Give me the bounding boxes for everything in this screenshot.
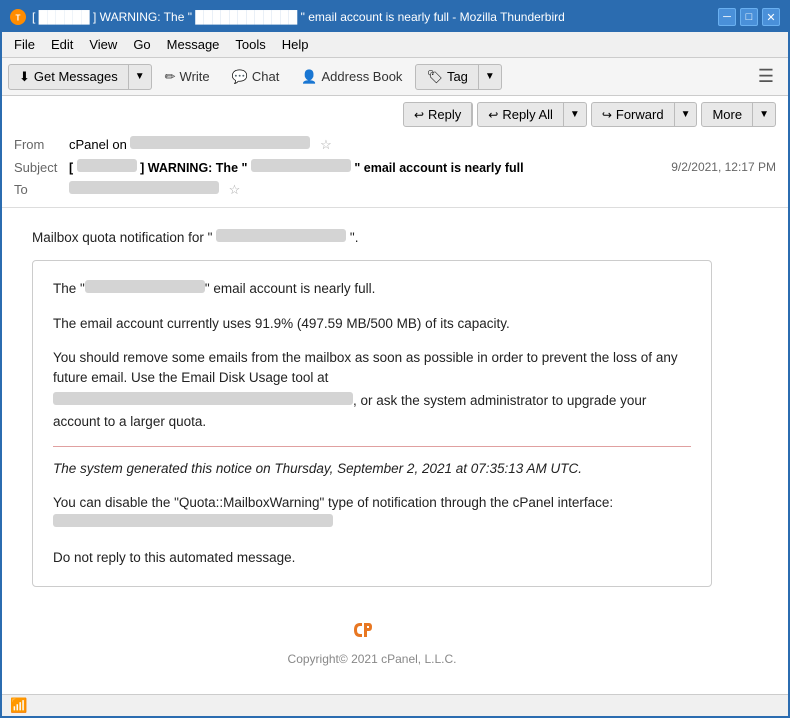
forward-dropdown[interactable]: ▼ [675,105,697,124]
message-box: The "" email account is nearly full. The… [32,260,712,587]
message-line-4: You can disable the "Quota::MailboxWarni… [53,493,691,534]
email-body: Mailbox quota notification for " ". The … [2,208,788,694]
get-messages-button[interactable]: ⬇ Get Messages ▼ [8,64,152,90]
email-address-redacted-2 [85,280,205,293]
minimize-button[interactable]: ─ [718,8,736,26]
from-label: From [14,137,69,152]
chat-label: Chat [252,69,279,84]
to-row: To ☆ [14,178,776,201]
main-toolbar: ⬇ Get Messages ▼ ✏ Write 💬 Chat 👤 Addres… [2,58,788,96]
subject-value: [ ] WARNING: The " " email account is ne… [69,159,671,175]
reply-all-icon: ↩ [488,108,498,122]
reply-all-dropdown[interactable]: ▼ [564,105,586,124]
divider [53,446,691,447]
reply-icon: ↩ [414,108,424,122]
wifi-icon: 📶 [10,697,27,714]
reply-label: Reply [428,107,461,122]
from-email-redacted [130,136,310,149]
menu-bar: File Edit View Go Message Tools Help [2,32,788,58]
cpanel-logo-icon [352,613,392,648]
more-button[interactable]: More ▼ [701,102,776,127]
message-line-5: Do not reply to this automated message. [53,548,691,568]
disk-usage-link-redacted [53,392,353,405]
svg-text:T: T [16,14,21,23]
hamburger-menu[interactable]: ☰ [750,62,782,91]
email-address-redacted-1 [216,229,346,242]
more-dropdown[interactable]: ▼ [753,105,775,124]
get-messages-label: Get Messages [34,69,118,84]
from-value: cPanel on ☆ [69,136,776,153]
menu-edit[interactable]: Edit [43,35,81,54]
app-icon: T [10,9,26,25]
message-line-3: You should remove some emails from the m… [53,348,691,432]
menu-view[interactable]: View [81,35,125,54]
forward-button[interactable]: ↪ Forward ▼ [591,102,698,127]
tag-label: Tag [447,69,468,84]
reply-all-button[interactable]: ↩ Reply All ▼ [477,102,587,127]
menu-go[interactable]: Go [125,35,158,54]
maximize-button[interactable]: □ [740,8,758,26]
menu-tools[interactable]: Tools [227,35,273,54]
to-label: To [14,182,69,197]
get-messages-dropdown[interactable]: ▼ [129,67,151,86]
from-row: From cPanel on ☆ [14,133,776,156]
forward-icon: ↪ [602,108,612,122]
chat-icon: 💬 [232,69,248,85]
status-bar: 📶 [2,694,788,716]
intro-text: Mailbox quota notification for " ". [32,228,712,248]
to-value: ☆ [69,181,776,198]
email-header: ↩ Reply ↩ Reply All ▼ ↪ Forward ▼ [2,96,788,208]
menu-file[interactable]: File [6,35,43,54]
address-book-icon: 👤 [301,69,317,85]
close-button[interactable]: ✕ [762,8,780,26]
message-line-2: The email account currently uses 91.9% (… [53,314,691,334]
forward-label: Forward [616,107,664,122]
from-star-icon[interactable]: ☆ [320,137,332,152]
to-star-icon[interactable]: ☆ [229,182,241,197]
system-notice: The system generated this notice on Thur… [53,459,691,479]
title-bar: T [ ██████ ] WARNING: The " ████████████… [2,2,788,32]
reply-all-label: Reply All [502,107,553,122]
to-email-redacted [69,181,219,194]
address-book-button[interactable]: 👤 Address Book [292,64,411,90]
copyright-text: Copyright© 2021 cPanel, L.L.C. [32,652,712,666]
subject-row: Subject [ ] WARNING: The " " email accou… [14,156,776,178]
message-line-1: The "" email account is nearly full. [53,279,691,299]
menu-message[interactable]: Message [159,35,228,54]
subject-label: Subject [14,160,69,175]
reply-button[interactable]: ↩ Reply [403,102,473,127]
write-label: Write [180,69,210,84]
email-footer-section: Copyright© 2021 cPanel, L.L.C. [32,597,712,674]
write-icon: ✏ [165,69,176,85]
download-icon: ⬇ [19,69,30,85]
email-timestamp: 9/2/2021, 12:17 PM [671,160,776,174]
tag-button[interactable]: 🏷 Tag ▼ [415,64,501,90]
cpanel-link-redacted [53,514,333,527]
tag-icon: 🏷 [426,69,443,85]
chat-button[interactable]: 💬 Chat [223,64,289,90]
menu-help[interactable]: Help [274,35,317,54]
more-label: More [712,107,742,122]
window-title: [ ██████ ] WARNING: The " ████████████ "… [32,10,565,24]
tag-dropdown[interactable]: ▼ [479,67,501,86]
address-book-label: Address Book [322,69,403,84]
write-button[interactable]: ✏ Write [156,64,219,90]
